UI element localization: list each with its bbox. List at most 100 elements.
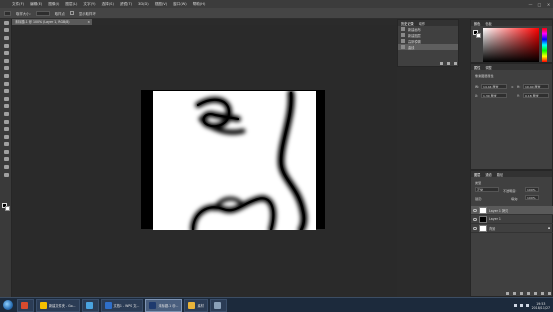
lock-icon: ▪ xyxy=(547,226,550,230)
layer-row-selected[interactable]: Layer 1 拷贝 xyxy=(471,206,553,215)
group-folder-icon[interactable] xyxy=(534,291,537,295)
menu-item-window[interactable]: 窗口(W) xyxy=(173,2,187,7)
show-sampling-ring-checkbox[interactable] xyxy=(69,11,74,15)
chrome-icon xyxy=(40,301,47,309)
tab-paths[interactable]: 路径 xyxy=(497,172,503,177)
blur-tool-icon[interactable] xyxy=(0,110,12,118)
taskbar-item-2[interactable]: 新建文件夹 - Go... xyxy=(36,298,80,312)
new-layer-icon[interactable] xyxy=(541,291,544,295)
taskbar-item-6[interactable]: 素材 xyxy=(184,298,208,312)
layer-row[interactable]: 背景 ▪ xyxy=(471,224,553,233)
eyedropper-tool-icon[interactable] xyxy=(0,57,12,65)
tab-properties[interactable]: 属性 xyxy=(474,65,480,70)
layer-style-icon[interactable] xyxy=(513,291,516,295)
gradient-tool-icon[interactable] xyxy=(0,103,12,111)
minimize-button[interactable]: — xyxy=(528,2,533,7)
layer-row[interactable]: Layer 1 xyxy=(471,215,553,224)
color-picker-field[interactable] xyxy=(483,28,539,62)
menu-item-view[interactable]: 视图(V) xyxy=(155,2,167,7)
network-icon[interactable] xyxy=(513,304,517,307)
menu-item-3d[interactable]: 3D(D) xyxy=(138,2,149,6)
menu-item-edit[interactable]: 编辑(E) xyxy=(30,2,42,7)
menu-item-layer[interactable]: 图层(L) xyxy=(65,2,77,7)
maximize-button[interactable]: □ xyxy=(537,2,542,7)
visibility-eye-icon[interactable] xyxy=(473,217,477,221)
taskbar-item-4[interactable]: 文档1 - WPS 文... xyxy=(100,298,144,312)
menu-item-help[interactable]: 帮助(H) xyxy=(193,2,206,7)
x-field[interactable]: 1.30 厘米 xyxy=(481,93,507,98)
properties-section-title: 像素图层属性 xyxy=(475,74,494,78)
eraser-tool-icon[interactable] xyxy=(0,95,12,103)
lasso-tool-icon[interactable] xyxy=(0,34,12,42)
color-panel-background-swatch[interactable] xyxy=(476,33,481,38)
y-field[interactable]: 0.18 厘米 xyxy=(523,93,549,98)
width-field[interactable]: 14.44 厘米 xyxy=(481,84,507,89)
history-brush-tool-icon[interactable] xyxy=(0,87,12,95)
visibility-eye-icon[interactable] xyxy=(473,226,477,230)
marquee-tool-icon[interactable] xyxy=(0,27,12,35)
app-icon xyxy=(21,301,28,309)
taskbar-item-1[interactable] xyxy=(17,298,34,312)
system-clock[interactable]: 19:53 2018/11/27 xyxy=(532,302,550,310)
menu-item-image[interactable]: 图像(I) xyxy=(48,2,59,7)
type-tool-icon[interactable] xyxy=(0,133,12,141)
opacity-label: 不透明度: xyxy=(503,189,517,193)
sample-size-select[interactable] xyxy=(35,10,50,16)
quick-select-tool-icon[interactable] xyxy=(0,42,12,50)
layer-name: Layer 1 xyxy=(489,217,501,221)
dodge-tool-icon[interactable] xyxy=(0,118,12,126)
zoom-tool-icon[interactable] xyxy=(0,163,12,171)
new-document-icon[interactable] xyxy=(447,61,450,65)
move-tool-icon[interactable] xyxy=(0,19,12,27)
trash-icon[interactable] xyxy=(548,291,551,295)
menu-item-file[interactable]: 文件(F) xyxy=(12,2,24,7)
brush-tool-icon[interactable] xyxy=(0,72,12,80)
history-step-icon xyxy=(401,39,405,43)
clone-stamp-tool-icon[interactable] xyxy=(0,80,12,88)
tab-adjustments[interactable]: 调整 xyxy=(485,65,491,70)
healing-brush-tool-icon[interactable] xyxy=(0,65,12,73)
tab-color[interactable]: 颜色 xyxy=(474,21,480,26)
menu-item-type[interactable]: 文字(Y) xyxy=(83,2,95,7)
canvas-artwork[interactable] xyxy=(153,91,316,230)
fill-field[interactable]: 100% xyxy=(525,195,539,200)
tab-layers[interactable]: 图层 xyxy=(474,172,480,177)
history-item-selected[interactable]: 曲线 xyxy=(398,44,458,50)
visibility-eye-icon[interactable] xyxy=(473,208,477,212)
opacity-field[interactable]: 100% xyxy=(525,187,539,192)
taskbar-item-5[interactable]: 未标题-1 @... xyxy=(145,298,183,312)
layer-kind-filter[interactable]: 类型 xyxy=(475,180,481,185)
height-field[interactable]: 10.40 厘米 xyxy=(523,84,549,89)
tool-preset-picker[interactable] xyxy=(4,10,11,16)
input-method-icon[interactable] xyxy=(525,304,529,307)
taskbar-item-label: 未标题-1 @... xyxy=(158,303,179,308)
start-button-icon[interactable] xyxy=(3,300,13,310)
taskbar-item-7[interactable] xyxy=(209,298,227,312)
shape-tool-icon[interactable] xyxy=(0,148,12,156)
link-layers-icon[interactable] xyxy=(506,291,509,295)
background-color-swatch[interactable] xyxy=(5,206,10,211)
close-button[interactable]: ✕ xyxy=(546,2,551,7)
more-tools-icon[interactable] xyxy=(0,171,12,179)
trash-icon[interactable] xyxy=(454,61,457,65)
pen-tool-icon[interactable] xyxy=(0,125,12,133)
hue-slider[interactable] xyxy=(542,28,547,62)
tab-history[interactable]: 历史记录 xyxy=(401,21,414,26)
taskbar-item-3[interactable] xyxy=(81,298,99,312)
new-snapshot-icon[interactable] xyxy=(440,61,443,65)
layer-name: 背景 xyxy=(489,226,496,231)
tab-actions[interactable]: 动作 xyxy=(419,21,425,26)
menu-item-filter[interactable]: 滤镜(T) xyxy=(120,2,132,7)
hand-tool-icon[interactable] xyxy=(0,156,12,164)
link-icon[interactable]: ∞ xyxy=(511,85,514,89)
menu-item-select[interactable]: 选择(S) xyxy=(102,2,114,7)
volume-icon[interactable] xyxy=(519,304,523,307)
sample-size-value[interactable]: 取样点 xyxy=(55,11,65,16)
path-select-tool-icon[interactable] xyxy=(0,141,12,149)
layer-mask-icon[interactable] xyxy=(520,291,523,295)
adjustment-layer-icon[interactable] xyxy=(527,291,530,295)
tab-swatches[interactable]: 色板 xyxy=(485,21,491,26)
tab-channels[interactable]: 通道 xyxy=(485,172,491,177)
crop-tool-icon[interactable] xyxy=(0,49,12,57)
blend-mode-select[interactable]: 正常 xyxy=(475,187,499,192)
